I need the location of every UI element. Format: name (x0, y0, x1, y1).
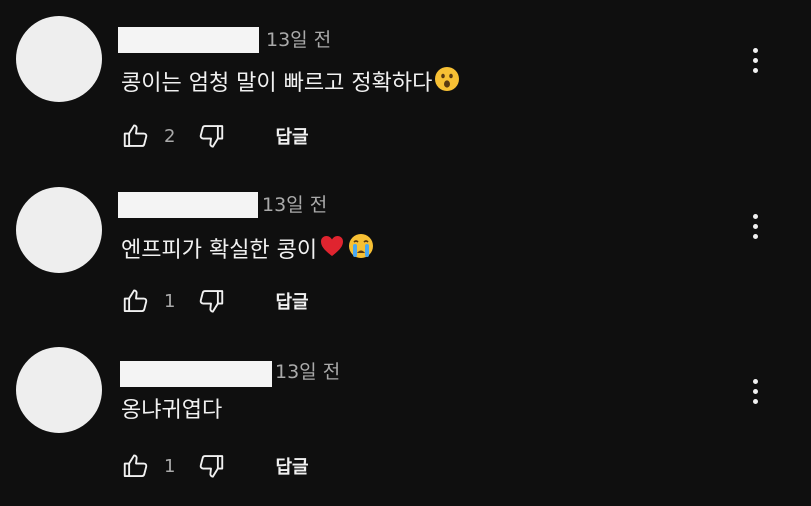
comment-actions: 1 답글 (118, 448, 309, 484)
dislike-button[interactable] (193, 448, 229, 484)
thumbs-down-icon (200, 455, 224, 478)
more-vert-icon-dot (752, 378, 758, 384)
thumbs-up-icon (123, 454, 148, 477)
like-button[interactable] (118, 448, 154, 484)
more-vert-icon-dot (752, 388, 758, 394)
author-name-redacted[interactable] (120, 361, 272, 387)
more-vert-icon-dot (752, 398, 758, 404)
more-options-button[interactable] (740, 371, 770, 411)
avatar[interactable] (16, 347, 102, 433)
comment-item: 13일 전 옹냐귀엽다 1 답글 (0, 0, 811, 506)
comment-timestamp[interactable]: 13일 전 (275, 359, 340, 385)
like-count: 1 (164, 455, 176, 477)
comment-text: 옹냐귀엽다 (121, 396, 222, 426)
comment-text-content: 옹냐귀엽다 (121, 398, 223, 423)
reply-button[interactable]: 답글 (275, 453, 308, 479)
